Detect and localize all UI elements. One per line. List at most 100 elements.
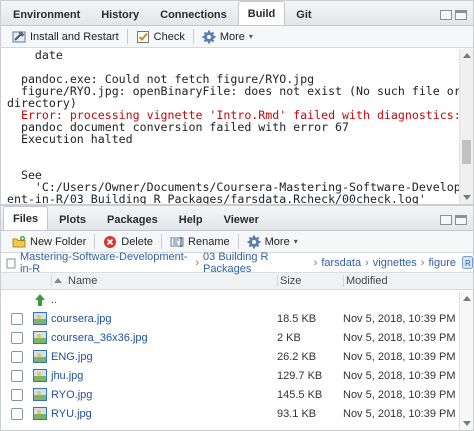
chevron-down-icon: ▾: [293, 237, 298, 246]
console-scrollbar[interactable]: [459, 49, 473, 204]
build-console-output: date pandoc.exe: Could not fetch figure/…: [1, 49, 459, 204]
build-pane-tabbar: Environment History Connections Build Gi…: [1, 1, 473, 26]
file-name-link[interactable]: ENG.jpg: [51, 351, 277, 363]
file-size: 18.5 KB: [277, 312, 317, 325]
maximize-pane-icon[interactable]: [455, 215, 467, 225]
file-row[interactable]: RYO.jpg 145.5 KB Nov 5, 2018, 10:39 PM: [1, 385, 473, 404]
file-modified: Nov 5, 2018, 10:39 PM: [343, 369, 456, 382]
file-row[interactable]: coursera.jpg 18.5 KB Nov 5, 2018, 10:39 PM: [1, 309, 473, 328]
image-file-icon: [33, 349, 47, 364]
pane-controls: [440, 10, 473, 25]
delete-label: Delete: [121, 235, 154, 248]
tab-packages[interactable]: Packages: [97, 208, 168, 230]
file-name-link[interactable]: jhu.jpg: [51, 370, 277, 382]
up-arrow-icon: [33, 293, 47, 307]
files-more-label: More: [264, 235, 290, 248]
scroll-down-icon[interactable]: [463, 195, 471, 200]
folder-icon: [6, 257, 16, 269]
file-modified: Nov 5, 2018, 10:39 PM: [343, 350, 456, 363]
scroll-down-icon[interactable]: [463, 421, 471, 426]
minimize-pane-icon[interactable]: [440, 10, 452, 20]
file-name-link[interactable]: coursera_36x36.jpg: [51, 332, 277, 344]
check-button[interactable]: Check: [131, 27, 190, 47]
file-size: 145.5 KB: [277, 388, 323, 401]
new-folder-icon: [12, 235, 26, 249]
scroll-up-icon[interactable]: [463, 53, 471, 58]
file-checkbox[interactable]: [11, 331, 23, 344]
tab-help[interactable]: Help: [169, 208, 213, 230]
column-modified-label: Modified: [346, 275, 388, 287]
column-header-modified[interactable]: Modified: [343, 275, 473, 287]
file-checkbox[interactable]: [11, 369, 23, 382]
image-file-icon: [33, 311, 47, 326]
column-size-label: Size: [280, 275, 302, 287]
install-and-restart-button[interactable]: Install and Restart: [7, 27, 124, 47]
build-toolbar: Install and Restart Check More ▾: [1, 26, 473, 48]
svg-text:R: R: [465, 259, 471, 268]
breadcrumb-item-mastering-software[interactable]: Mastering-Software-Development-in-R: [20, 251, 191, 275]
tab-connections[interactable]: Connections: [150, 3, 237, 25]
console-line: Execution halted: [7, 132, 133, 146]
check-icon: [136, 30, 150, 44]
new-folder-label: New Folder: [30, 235, 87, 248]
image-file-icon: [33, 387, 47, 402]
files-pane-tabbar: Files Plots Packages Help Viewer: [1, 206, 473, 231]
file-name-link[interactable]: RYO.jpg: [51, 389, 277, 401]
scroll-up-icon[interactable]: [463, 296, 471, 301]
hammer-icon: [12, 30, 26, 44]
install-and-restart-label: Install and Restart: [30, 30, 119, 43]
file-checkbox[interactable]: [11, 350, 23, 363]
toolbar-divider: [192, 29, 194, 44]
file-modified: Nov 5, 2018, 10:39 PM: [343, 407, 456, 420]
file-table-header: Name Size Modified: [1, 273, 473, 290]
rename-button[interactable]: Rename: [165, 232, 235, 252]
tab-build[interactable]: Build: [237, 1, 286, 25]
column-header-name[interactable]: Name: [51, 275, 277, 287]
files-pane: Files Plots Packages Help Viewer New Fol…: [0, 205, 474, 431]
file-row[interactable]: jhu.jpg 129.7 KB Nov 5, 2018, 10:39 PM: [1, 366, 473, 385]
build-more-menu[interactable]: More ▾: [197, 27, 258, 47]
toolbar-divider: [237, 234, 239, 249]
breadcrumb-separator: ›: [420, 256, 425, 269]
file-row[interactable]: RYU.jpg 93.1 KB Nov 5, 2018, 10:39 PM: [1, 404, 473, 423]
tab-files[interactable]: Files: [3, 206, 49, 230]
chevron-down-icon: ▾: [248, 32, 253, 41]
breadcrumb-item-farsdata[interactable]: farsdata: [321, 257, 361, 269]
file-modified: Nov 5, 2018, 10:39 PM: [343, 331, 456, 344]
image-file-icon: [33, 330, 47, 345]
tab-plots[interactable]: Plots: [49, 208, 96, 230]
breadcrumb-item-figure[interactable]: figure: [428, 257, 456, 269]
file-list-scrollbar[interactable]: [459, 292, 473, 430]
column-header-size[interactable]: Size: [277, 275, 343, 287]
breadcrumb-item-building-packages[interactable]: 03 Building R Packages: [203, 251, 310, 275]
delete-button[interactable]: Delete: [98, 232, 158, 252]
files-more-menu[interactable]: More ▾: [242, 232, 303, 252]
maximize-pane-icon[interactable]: [455, 10, 467, 20]
console-scrollbar-thumb[interactable]: [462, 140, 471, 164]
toolbar-divider: [126, 29, 128, 44]
rstudio-project-icon[interactable]: R: [462, 256, 473, 269]
console-line: ent-in-R/03 Building R Packages/farsdata…: [7, 192, 426, 204]
breadcrumb-separator: ›: [365, 256, 369, 269]
tab-environment[interactable]: Environment: [3, 3, 90, 25]
tab-git[interactable]: Git: [286, 3, 321, 25]
file-name-link[interactable]: coursera.jpg: [51, 313, 277, 325]
minimize-pane-icon[interactable]: [440, 215, 452, 225]
file-checkbox[interactable]: [11, 312, 23, 325]
breadcrumb-item-vignettes[interactable]: vignettes: [373, 257, 417, 269]
rename-icon: [170, 235, 184, 249]
parent-directory-link[interactable]: ..: [51, 294, 277, 306]
file-checkbox[interactable]: [11, 407, 23, 420]
delete-icon: [103, 235, 117, 249]
parent-directory-row[interactable]: ..: [1, 290, 473, 309]
new-folder-button[interactable]: New Folder: [7, 232, 91, 252]
file-name-link[interactable]: RYU.jpg: [51, 408, 277, 420]
file-checkbox[interactable]: [11, 388, 23, 401]
file-row[interactable]: ENG.jpg 26.2 KB Nov 5, 2018, 10:39 PM: [1, 347, 473, 366]
file-size: 2 KB: [277, 331, 301, 344]
file-row[interactable]: coursera_36x36.jpg 2 KB Nov 5, 2018, 10:39…: [1, 328, 473, 347]
toolbar-divider: [161, 234, 163, 249]
tab-history[interactable]: History: [91, 3, 149, 25]
tab-viewer[interactable]: Viewer: [214, 208, 269, 230]
